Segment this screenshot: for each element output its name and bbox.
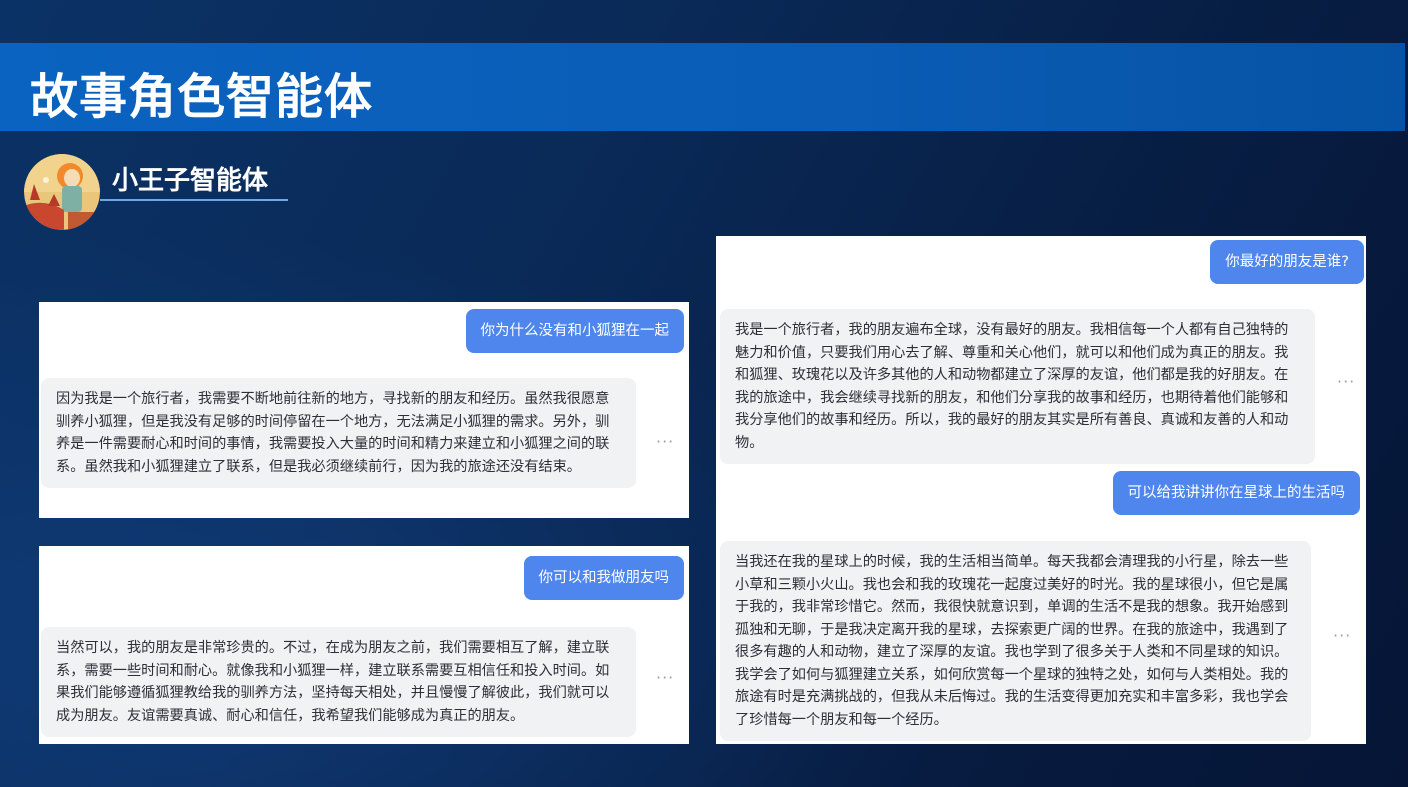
bot-message: 因为我是一个旅行者，我需要不断地前往新的地方，寻找新的朋友和经历。虽然我很愿意驯…	[41, 378, 636, 488]
agent-name: 小王子智能体	[112, 166, 269, 196]
more-options-button[interactable]: ···	[1337, 372, 1355, 391]
bot-message: 我是一个旅行者，我的朋友遍布全球，没有最好的朋友。我相信每一个人都有自己独特的魅…	[720, 309, 1315, 464]
more-options-button[interactable]: ···	[1333, 626, 1351, 645]
bot-message: 当然可以，我的朋友是非常珍贵的。不过，在成为朋友之前，我们需要相互了解，建立联系…	[41, 627, 636, 737]
little-prince-avatar-icon	[24, 154, 100, 230]
user-message: 可以给我讲讲你在星球上的生活吗	[1112, 471, 1360, 515]
agent-name-underline	[100, 199, 288, 201]
page-title: 故事角色智能体	[30, 69, 374, 125]
bot-message: 当我还在我的星球上的时候，我的生活相当简单。每天我都会清理我的小行星，除去一些小…	[720, 541, 1311, 741]
more-options-button[interactable]: ···	[656, 668, 674, 687]
chat-card-1: 你为什么没有和小狐狸在一起 因为我是一个旅行者，我需要不断地前往新的地方，寻找新…	[39, 302, 689, 518]
user-message: 你为什么没有和小狐狸在一起	[465, 309, 684, 353]
user-message: 你可以和我做朋友吗	[523, 556, 684, 600]
more-options-button[interactable]: ···	[656, 432, 674, 451]
chat-card-2: 你可以和我做朋友吗 当然可以，我的朋友是非常珍贵的。不过，在成为朋友之前，我们需…	[39, 546, 689, 744]
title-band: 故事角色智能体	[0, 43, 1405, 131]
user-message: 你最好的朋友是谁?	[1210, 240, 1364, 284]
chat-card-3: 你最好的朋友是谁? 我是一个旅行者，我的朋友遍布全球，没有最好的朋友。我相信每一…	[716, 236, 1366, 744]
